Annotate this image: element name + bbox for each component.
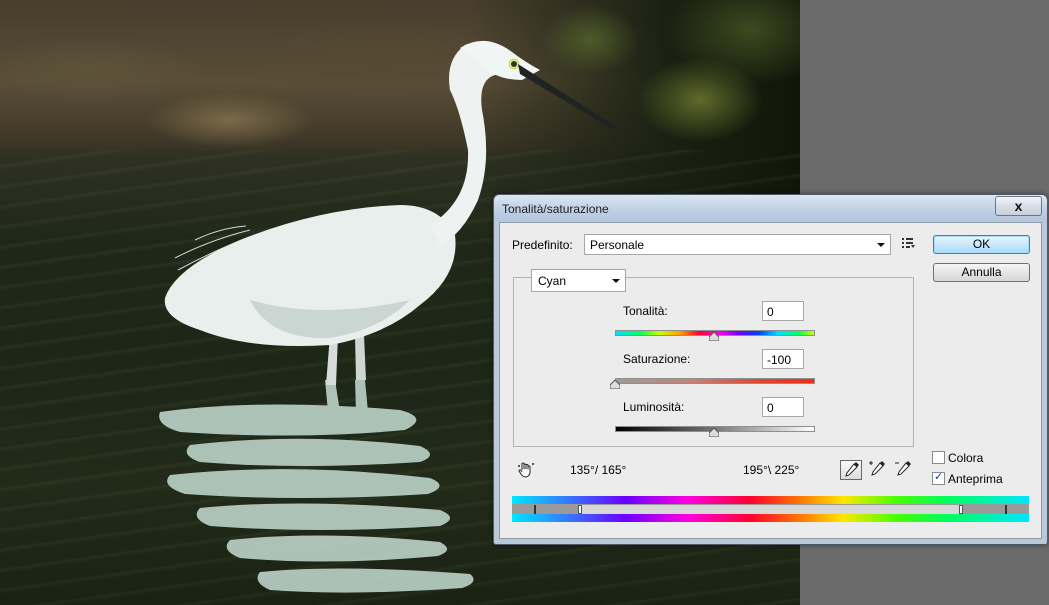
hue-slider-thumb[interactable] (709, 332, 719, 341)
output-spectrum-bar (512, 514, 1029, 522)
eyedropper-icon (845, 462, 859, 477)
preset-menu-icon[interactable] (902, 237, 916, 249)
preview-label: Anteprima (948, 472, 1003, 486)
preset-value: Personale (590, 238, 645, 252)
hue-value: 0 (767, 305, 774, 319)
preset-label: Predefinito: (512, 238, 573, 252)
channel-dropdown[interactable]: Cyan (531, 269, 626, 292)
saturation-slider-track[interactable] (615, 378, 815, 384)
close-button[interactable]: x (995, 196, 1042, 216)
eyedropper-plus-icon (869, 461, 885, 476)
eyedropper-minus-button[interactable] (893, 460, 913, 478)
colorize-label: Colora (948, 451, 984, 465)
range-left-value: 135°/ 165° (570, 463, 627, 477)
hand-icon[interactable] (517, 461, 535, 479)
range-selected (580, 505, 960, 514)
eyedropper-plus-button[interactable] (867, 460, 887, 478)
close-icon: x (1014, 198, 1023, 214)
cancel-button[interactable]: Annulla (933, 263, 1030, 282)
ok-button[interactable]: OK (933, 235, 1030, 254)
range-handle-right-outer[interactable] (1005, 505, 1007, 514)
range-falloff-right (960, 505, 1029, 514)
eyedropper-button[interactable] (840, 460, 862, 480)
adjustment-group (513, 277, 914, 447)
saturation-label: Saturazione: (623, 352, 691, 366)
channel-value: Cyan (538, 274, 567, 288)
range-handle-right-inner[interactable] (959, 505, 963, 514)
chevron-down-icon (877, 243, 885, 247)
eyedropper-minus-icon (895, 461, 911, 476)
preset-dropdown[interactable]: Personale (584, 234, 891, 255)
lightness-slider-thumb[interactable] (709, 428, 719, 437)
saturation-field[interactable]: -100 (762, 349, 804, 369)
range-handle-left-outer[interactable] (534, 505, 536, 514)
colorize-checkbox[interactable] (932, 451, 945, 464)
lightness-field[interactable]: 0 (762, 397, 804, 417)
preview-checkbox[interactable] (932, 470, 945, 485)
input-spectrum-bar (512, 496, 1029, 504)
saturation-value: -100 (767, 353, 792, 367)
range-right-value: 195°\ 225° (743, 463, 800, 477)
dialog-title: Tonalità/saturazione (502, 202, 609, 216)
dialog-body: Predefinito: Personale OK Annulla Cyan T… (499, 222, 1042, 539)
lightness-value: 0 (767, 401, 774, 415)
chevron-down-icon (612, 279, 620, 283)
range-handle-left-inner[interactable] (578, 505, 582, 514)
saturation-slider-thumb[interactable] (610, 380, 620, 389)
range-falloff-left (512, 505, 580, 514)
lightness-label: Luminosità: (623, 400, 685, 414)
hue-field[interactable]: 0 (762, 301, 804, 321)
dialog-titlebar[interactable]: Tonalità/saturazione x (494, 195, 1047, 221)
hue-saturation-dialog: Tonalità/saturazione x Predefinito: Pers… (493, 194, 1048, 545)
hue-label: Tonalità: (623, 304, 668, 318)
